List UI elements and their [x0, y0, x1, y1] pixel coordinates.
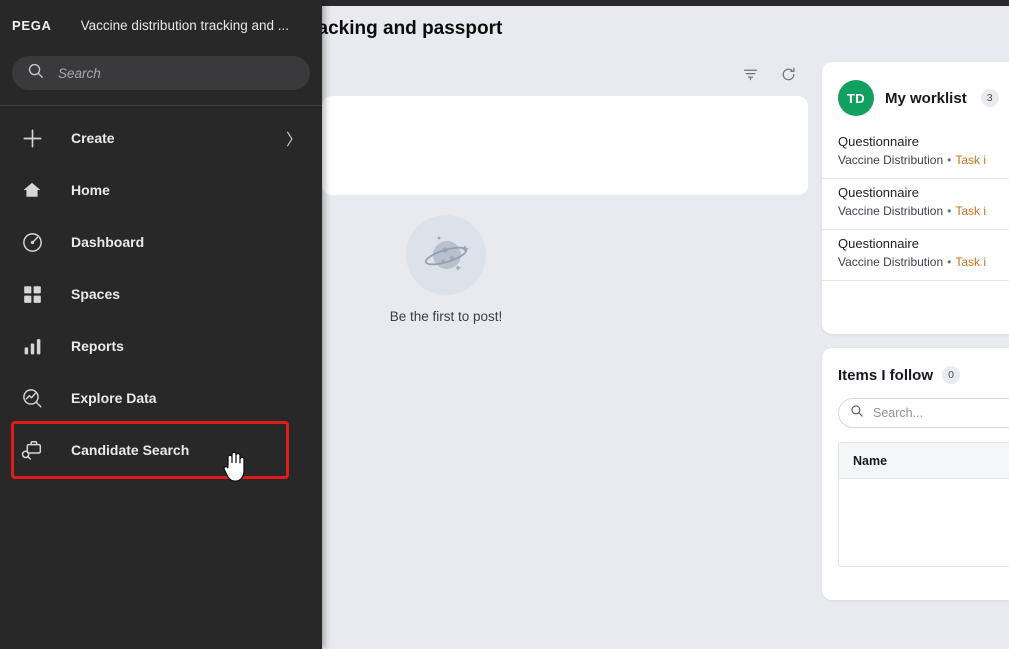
explore-data-icon — [17, 383, 47, 413]
drawer-brand-row: PEGA Vaccine distribution tracking and .… — [0, 0, 322, 50]
page-title-text: Vaccine distribution tracking and passpo… — [322, 18, 503, 39]
items-i-follow-title: Items I follow — [838, 366, 934, 384]
search-icon — [850, 404, 864, 423]
app-root: Vaccine distribution tracking and passpo… — [0, 0, 1009, 649]
sidebar-nav-list: Create 〉 Home Dashboard Spaces Reports E… — [0, 106, 322, 479]
page-title: Vaccine distribution tracking and passpo… — [322, 14, 822, 44]
sidebar-item-dashboard[interactable]: Dashboard — [0, 216, 322, 268]
table-column-header-name[interactable]: Name — [839, 443, 1009, 479]
plus-icon — [17, 123, 47, 153]
worklist-item[interactable]: Questionnaire Vaccine Distribution • Task … — [822, 128, 1009, 179]
items-i-follow-header: Items I follow 0 — [822, 348, 1009, 384]
sidebar-item-label: Explore Data — [71, 390, 157, 406]
chevron-right-icon[interactable]: 〉 — [286, 126, 302, 150]
home-icon — [17, 175, 47, 205]
items-i-follow-search-placeholder: Search... — [873, 406, 924, 420]
planet-icon — [406, 215, 486, 295]
briefcase-search-icon — [17, 435, 47, 465]
sidebar-item-label: Home — [71, 182, 110, 198]
sidebar-item-label: Spaces — [71, 286, 121, 302]
search-icon — [27, 62, 45, 85]
pega-logo[interactable]: PEGA — [12, 18, 52, 33]
feed-empty-label: Be the first to post! — [389, 309, 503, 324]
worklist-items: Questionnaire Vaccine Distribution • Task … — [822, 128, 1009, 281]
meta-separator: • — [947, 153, 952, 167]
items-i-follow-search-input[interactable]: Search... — [838, 398, 1009, 428]
application-name[interactable]: Vaccine distribution tracking and ... — [81, 18, 289, 33]
worklist-item-name: Questionnaire — [838, 236, 919, 251]
meta-separator: • — [947, 204, 952, 218]
items-i-follow-panel: Items I follow 0 Search... Name — [822, 348, 1009, 600]
sidebar-item-label: Create — [71, 130, 115, 146]
items-i-follow-table: Name — [838, 442, 1009, 567]
sidebar-item-label: Dashboard — [71, 234, 145, 250]
worklist-item-case: Vaccine Distribution — [838, 255, 944, 269]
worklist-item-meta: Vaccine Distribution • Task i — [838, 202, 1009, 221]
dashboard-gauge-icon — [17, 227, 47, 257]
bar-chart-icon — [17, 331, 47, 361]
worklist-item-meta: Vaccine Distribution • Task i — [838, 253, 1009, 272]
post-composer-card[interactable] — [322, 96, 808, 195]
global-search-input[interactable]: Search — [12, 56, 310, 90]
my-worklist-panel: TD My worklist 3 Questionnaire Vaccine D… — [822, 62, 1009, 334]
worklist-header: TD My worklist 3 — [822, 62, 1009, 116]
sidebar-item-candidate-search[interactable]: Candidate Search — [11, 421, 289, 479]
filter-icon[interactable] — [738, 62, 762, 86]
meta-separator: • — [947, 255, 952, 269]
table-body-empty — [839, 479, 1009, 567]
worklist-item-case: Vaccine Distribution — [838, 204, 944, 218]
worklist-item-name: Questionnaire — [838, 134, 919, 149]
refresh-icon[interactable] — [776, 62, 800, 86]
worklist-item-meta: Vaccine Distribution • Task i — [838, 151, 1009, 170]
worklist-item-task: Task i — [955, 153, 987, 167]
worklist-item-name: Questionnaire — [838, 185, 919, 200]
worklist-count-badge: 3 — [980, 89, 999, 107]
sidebar-item-label: Candidate Search — [71, 442, 190, 458]
sidebar-item-label: Reports — [71, 338, 124, 354]
sidebar-item-explore-data[interactable]: Explore Data — [0, 372, 322, 424]
worklist-item-task: Task i — [955, 204, 987, 218]
items-i-follow-count-badge: 0 — [942, 366, 961, 384]
feed-toolbar — [738, 62, 800, 86]
sidebar-item-spaces[interactable]: Spaces — [0, 268, 322, 320]
worklist-item-case: Vaccine Distribution — [838, 153, 944, 167]
avatar[interactable]: TD — [838, 80, 874, 116]
sidebar-item-home[interactable]: Home — [0, 164, 322, 216]
worklist-item[interactable]: Questionnaire Vaccine Distribution • Task … — [822, 230, 1009, 281]
worklist-title: My worklist — [885, 89, 967, 107]
feed-empty-state: Be the first to post! — [340, 215, 552, 324]
worklist-item[interactable]: Questionnaire Vaccine Distribution • Task … — [822, 179, 1009, 230]
worklist-item-task: Task i — [955, 255, 987, 269]
grid-squares-icon — [17, 279, 47, 309]
sidebar-item-create[interactable]: Create 〉 — [0, 112, 322, 164]
sidebar-item-reports[interactable]: Reports — [0, 320, 322, 372]
navigation-drawer: PEGA Vaccine distribution tracking and .… — [0, 0, 322, 649]
global-search-placeholder: Search — [58, 65, 101, 81]
